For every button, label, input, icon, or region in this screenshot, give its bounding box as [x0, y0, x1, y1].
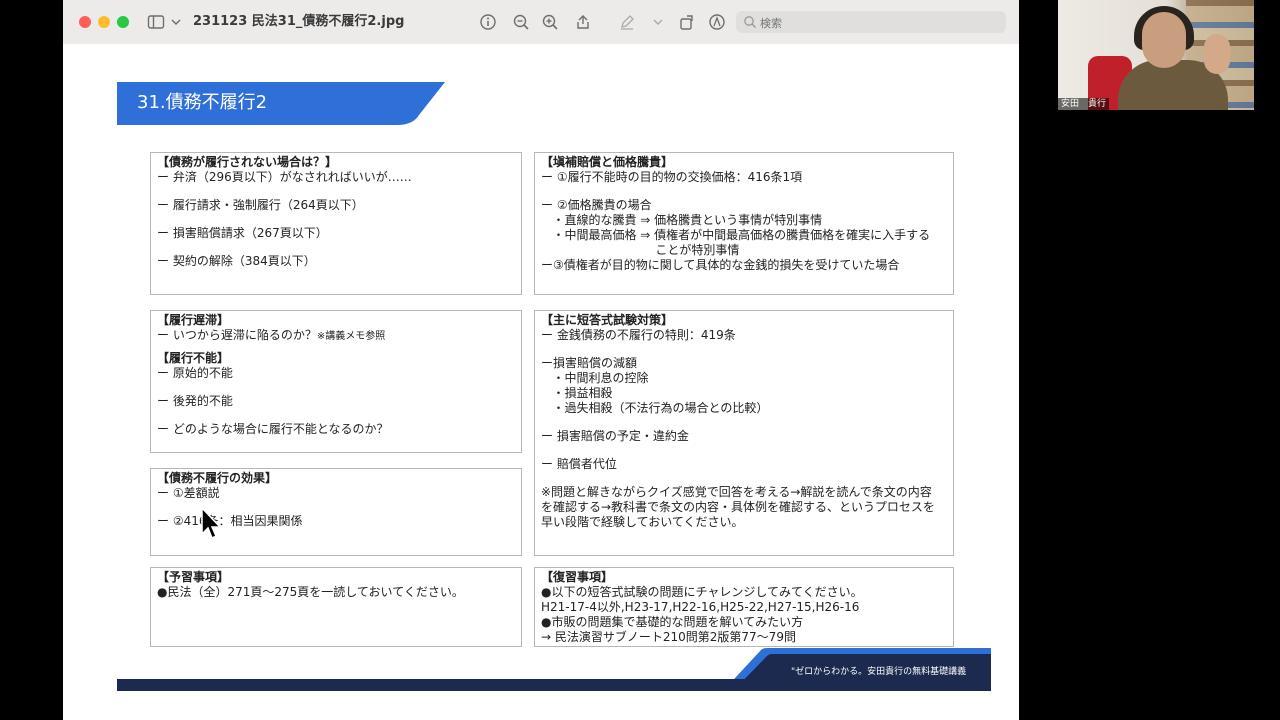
markup-pen-icon[interactable]	[618, 13, 636, 31]
box-line: ー 賠償者代位	[541, 457, 617, 471]
box-line: ・損益相殺	[541, 386, 613, 400]
box-heading: 【復習事項】	[541, 570, 614, 584]
box-line: → 民法演習サブノート210問第2版第77〜79問	[541, 630, 796, 644]
box-line: ー ①履行不能時の目的物の交換価格：416条1項	[541, 170, 803, 184]
speaker-hand	[1204, 34, 1230, 74]
box-line: ー 履行請求・強制履行（264頁以下）	[157, 198, 364, 212]
footer-bar	[117, 679, 990, 691]
box-line: ※問題と解きながらクイズ感覚で回答を考える→解説を読んで条文の内容	[541, 485, 932, 499]
box-line: を確認する→教科書で条文の内容・具体例を確認する、というプロセスを	[541, 500, 935, 514]
box-heading: 【債務が履行されない場合は？】	[157, 155, 338, 169]
box-line: ・中間利息の控除	[541, 371, 649, 385]
zoom-out-icon[interactable]	[512, 13, 530, 31]
box-short-answer: 【主に短答式試験対策】ー 金銭債務の不履行の特則：419条 ー損害賠償の減額 ・中…	[534, 310, 954, 556]
preview-window: 231123 民法31_債務不履行2.jpg 検索 31.債務不履行2 【債務が…	[63, 0, 1019, 720]
video-thumbnail[interactable]: 安田 貴行	[1058, 0, 1254, 110]
box-line: ・過失相殺（不法行為の場合との比較）	[541, 401, 769, 415]
title-bar: 231123 民法31_債務不履行2.jpg	[63, 0, 1019, 45]
box-line: ●民法（全）271頁〜275頁を一読しておいてください。	[157, 585, 464, 599]
box-line: ー ①差額説	[157, 486, 220, 500]
info-icon[interactable]	[479, 13, 497, 31]
box-line: ー 損害賠償請求（267頁以下）	[157, 226, 328, 240]
search-icon	[744, 16, 756, 28]
minimize-window-button[interactable]	[98, 16, 110, 28]
box-line: ー 損害賠償の予定・違約金	[541, 429, 689, 443]
box-line: ー 原始的不能	[157, 366, 233, 380]
box-line: ー 契約の解除（384頁以下）	[157, 254, 316, 268]
markup-toolbar-icon[interactable]	[708, 13, 726, 31]
box-heading: 【履行遅滞】	[157, 313, 230, 327]
box-line: H21-17-4以外,H23-17,H22-16,H25-22,H27-15,H…	[541, 600, 860, 614]
box-line: ことが特別事情	[541, 243, 740, 257]
slide-title: 31.債務不履行2	[137, 92, 268, 113]
box-line: ー 後発的不能	[157, 394, 233, 408]
box-delay: 【履行遅滞】ー いつから遅滞に陥るのか？※講義メモ参照 【履行不能】ー 原始的不能…	[150, 310, 522, 453]
zoom-in-icon[interactable]	[541, 13, 559, 31]
box-line: ・中間最高価格 ⇒ 債権者が中間最高価格の騰貴価格を確実に入手する	[541, 228, 931, 242]
lecture-note: ※講義メモ参照	[316, 331, 386, 342]
mouse-pointer-icon	[201, 506, 222, 540]
box-line: ー いつから遅滞に陥るのか？※講義メモ参照	[157, 328, 386, 342]
zoom-window-button[interactable]	[117, 16, 129, 28]
box-line: ー 金銭債務の不履行の特則：419条	[541, 328, 736, 342]
box-heading: 【主に短答式試験対策】	[541, 313, 674, 327]
box-line: ー 弁済（296頁以下）がなされればいいが……	[157, 170, 412, 184]
share-icon[interactable]	[574, 13, 592, 31]
box-line: ー どのような場合に履行不能となるのか？	[157, 422, 389, 436]
box-line: ●市販の問題集で基礎的な問題を解いてみたい方	[541, 615, 804, 629]
box-heading: 【債務不履行の効果】	[157, 471, 278, 485]
box-line: ー ②価格騰貴の場合	[541, 198, 652, 212]
chevron-down-icon[interactable]	[167, 13, 181, 31]
box-preparation: 【予習事項】 ●民法（全）271頁〜275頁を一読しておいてください。	[150, 567, 522, 647]
document-title: 231123 民法31_債務不履行2.jpg	[193, 14, 405, 29]
footer-caption: "ゼロからわかる。安田貴行の無料基礎講義	[791, 667, 967, 677]
box-non-performance: 【債務が履行されない場合は？】ー 弁済（296頁以下）がなされればいいが…… ー …	[150, 152, 522, 295]
box-heading: 【履行不能】	[157, 351, 230, 365]
box-line: ー③債権者が目的物に関して具体的な金銭的損失を受けていた場合	[541, 258, 900, 272]
box-line: 早い段階で経験しておいてください。	[541, 515, 744, 529]
slide-image: 31.債務不履行2 【債務が履行されない場合は？】ー 弁済（296頁以下）がなさ…	[63, 44, 1019, 720]
box-heading: 【塡補賠償と価格騰貴】	[541, 155, 674, 169]
search-field[interactable]	[736, 11, 1006, 33]
box-line: ・直線的な騰貴 ⇒ 価格騰貴という事情が特別事情	[541, 213, 823, 227]
box-line: ●以下の短答式試験の問題にチャレンジしてみてください。	[541, 585, 863, 599]
search-input[interactable]	[758, 13, 1002, 33]
slide-title-banner: 31.債務不履行2	[117, 82, 447, 125]
participant-name: 安田 貴行	[1058, 98, 1110, 110]
close-window-button[interactable]	[79, 16, 91, 28]
box-line: ー損害賠償の減額	[541, 356, 638, 370]
box-compensation: 【塡補賠償と価格騰貴】ー ①履行不能時の目的物の交換価格：416条1項ー ②価格…	[534, 152, 954, 295]
markup-chevron-down-icon[interactable]	[649, 13, 663, 31]
sidebar-toggle-icon[interactable]	[147, 13, 165, 31]
box-heading: 【予習事項】	[157, 570, 230, 584]
rotate-icon[interactable]	[678, 13, 696, 31]
box-review: 【復習事項】 ●以下の短答式試験の問題にチャレンジしてみてください。 H21-17-…	[534, 567, 954, 647]
speaker-face	[1142, 12, 1186, 68]
